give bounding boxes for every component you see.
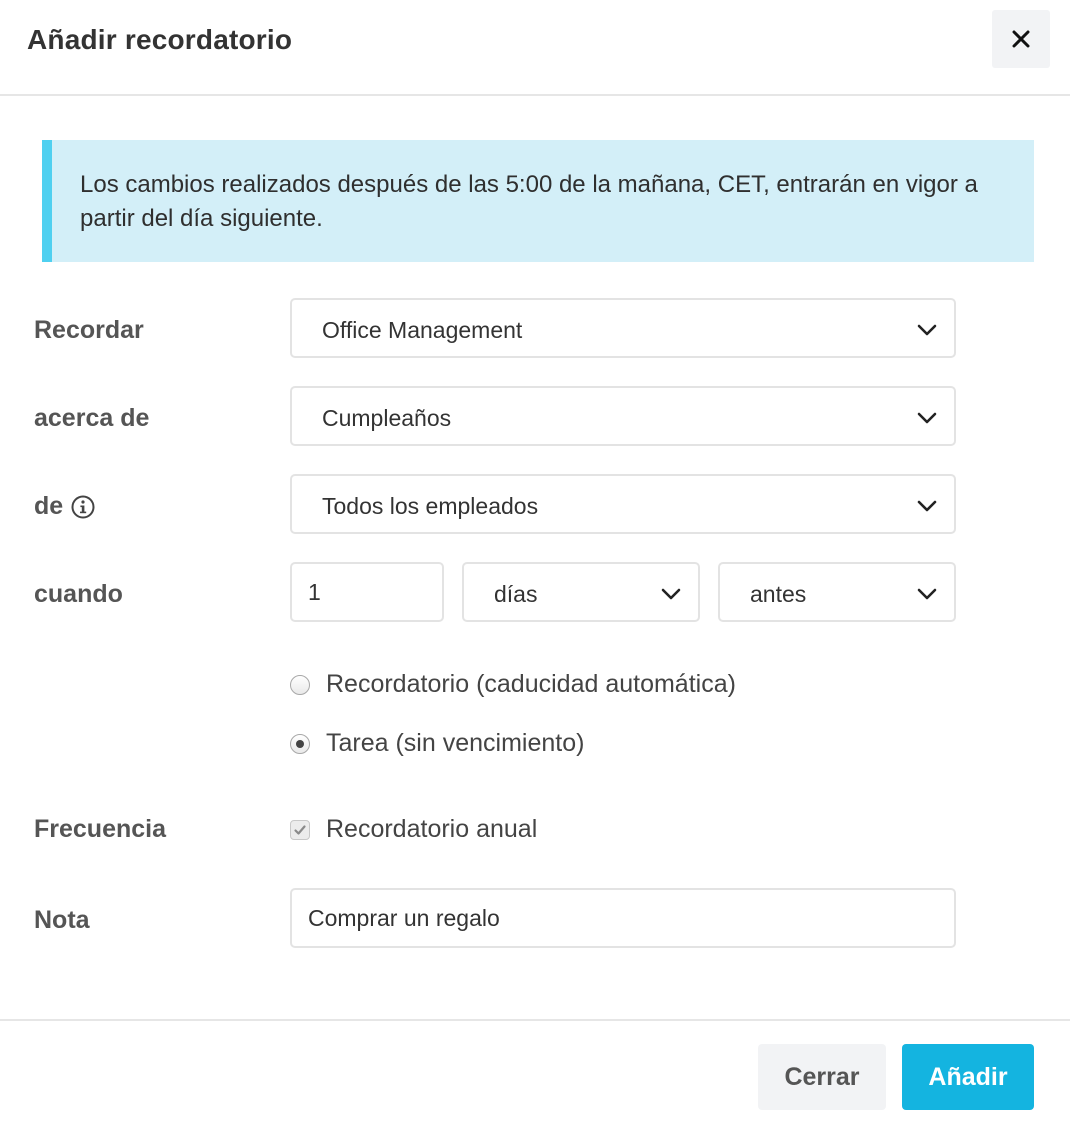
chevron-down-icon <box>917 588 937 600</box>
info-icon[interactable] <box>71 495 95 519</box>
note-label: Nota <box>34 906 90 935</box>
about-select-value: Cumpleaños <box>322 405 452 431</box>
chevron-down-icon <box>917 500 937 512</box>
radio-label: Recordatorio (caducidad automática) <box>326 670 736 698</box>
add-reminder-dialog: Añadir recordatorio Los cambios realizad… <box>0 0 1070 1126</box>
when-relation-select[interactable]: antes <box>718 562 956 622</box>
annual-reminder-label: Recordatorio anual <box>326 815 538 843</box>
checkmark-icon <box>294 824 306 835</box>
frequency-label-text: Frecuencia <box>34 815 167 843</box>
chevron-down-icon <box>917 324 937 336</box>
note-label-text: Nota <box>34 906 90 934</box>
when-relation-value: antes <box>750 581 807 607</box>
radio-button-selected[interactable] <box>290 733 310 754</box>
when-amount-input[interactable]: 1 <box>290 562 444 622</box>
remind-label: Recordar <box>34 316 144 345</box>
when-amount-value: 1 <box>308 578 321 605</box>
chevron-down-icon <box>661 588 681 600</box>
about-label-text: acerca de <box>34 404 150 432</box>
close-button[interactable] <box>992 10 1050 68</box>
annual-reminder-checkbox-row[interactable]: Recordatorio anual <box>290 815 537 844</box>
add-button[interactable]: Añadir <box>902 1044 1034 1110</box>
radio-button[interactable] <box>290 674 310 695</box>
note-input-value: Comprar un regalo <box>308 904 500 931</box>
of-select-value: Todos los empleados <box>322 493 539 519</box>
radio-option-task[interactable]: Tarea (sin vencimiento) <box>290 729 584 758</box>
frequency-label: Frecuencia <box>34 815 166 844</box>
when-label: cuando <box>34 580 123 609</box>
dialog-title: Añadir recordatorio <box>27 24 293 55</box>
about-label: acerca de <box>34 404 149 433</box>
when-unit-value: días <box>494 581 538 607</box>
of-select[interactable]: Todos los empleados <box>290 474 956 534</box>
footer-divider <box>0 1019 1070 1021</box>
dialog-header: Añadir recordatorio <box>0 0 1070 96</box>
cancel-button[interactable]: Cerrar <box>758 1044 886 1110</box>
note-input[interactable]: Comprar un regalo <box>290 888 956 948</box>
when-label-text: cuando <box>34 580 123 608</box>
radio-option-reminder[interactable]: Recordatorio (caducidad automática) <box>290 670 736 699</box>
about-select[interactable]: Cumpleaños <box>290 386 956 446</box>
radio-label: Tarea (sin vencimiento) <box>326 729 585 757</box>
remind-select[interactable]: Office Management <box>290 298 956 358</box>
chevron-down-icon <box>917 412 937 424</box>
of-label-text: de <box>34 492 64 520</box>
remind-select-value: Office Management <box>322 317 523 343</box>
info-notice: Los cambios realizados después de las 5:… <box>42 140 1034 262</box>
when-unit-select[interactable]: días <box>462 562 700 622</box>
close-icon <box>1012 30 1030 48</box>
remind-label-text: Recordar <box>34 316 144 344</box>
annual-reminder-checkbox[interactable] <box>290 819 310 840</box>
of-label: de <box>34 492 95 521</box>
